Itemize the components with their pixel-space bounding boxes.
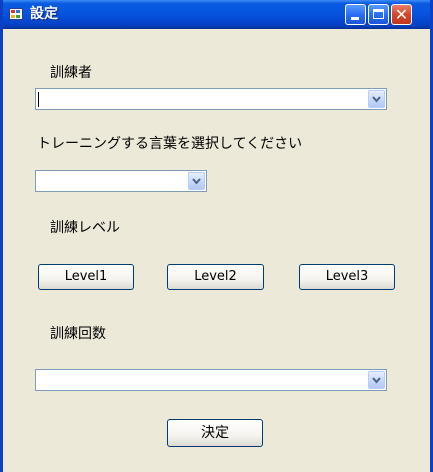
level1-button[interactable]: Level1 (38, 264, 134, 290)
level2-button[interactable]: Level2 (167, 264, 264, 290)
minimize-icon (351, 17, 359, 20)
maximize-icon (373, 9, 384, 19)
count-label: 訓練回数 (50, 326, 106, 342)
maximize-button[interactable] (368, 4, 389, 25)
close-button[interactable]: ✕ (391, 4, 412, 25)
count-select[interactable] (35, 369, 387, 391)
chevron-down-icon (372, 96, 381, 103)
settings-window: 設定 ✕ 訓練者 トレーニングする言葉を選択してください 訓練レベル Level… (0, 0, 433, 472)
trainee-dropdown-button[interactable] (368, 90, 385, 108)
app-icon (9, 8, 23, 20)
level-label: 訓練レベル (50, 220, 120, 236)
window-title: 設定 (30, 6, 58, 22)
minimize-button[interactable] (345, 4, 366, 25)
language-dropdown-button[interactable] (188, 172, 205, 190)
trainee-label: 訓練者 (50, 65, 92, 81)
text-cursor (38, 92, 39, 107)
confirm-button[interactable]: 決定 (167, 419, 263, 447)
trainee-select[interactable] (35, 88, 387, 110)
language-label: トレーニングする言葉を選択してください (37, 136, 303, 152)
count-dropdown-button[interactable] (368, 371, 385, 389)
level3-button[interactable]: Level3 (299, 264, 395, 290)
chevron-down-icon (372, 377, 381, 384)
title-bar[interactable]: 設定 ✕ (3, 0, 430, 29)
chevron-down-icon (192, 178, 201, 185)
close-icon: ✕ (394, 5, 409, 24)
language-select[interactable] (35, 170, 207, 192)
